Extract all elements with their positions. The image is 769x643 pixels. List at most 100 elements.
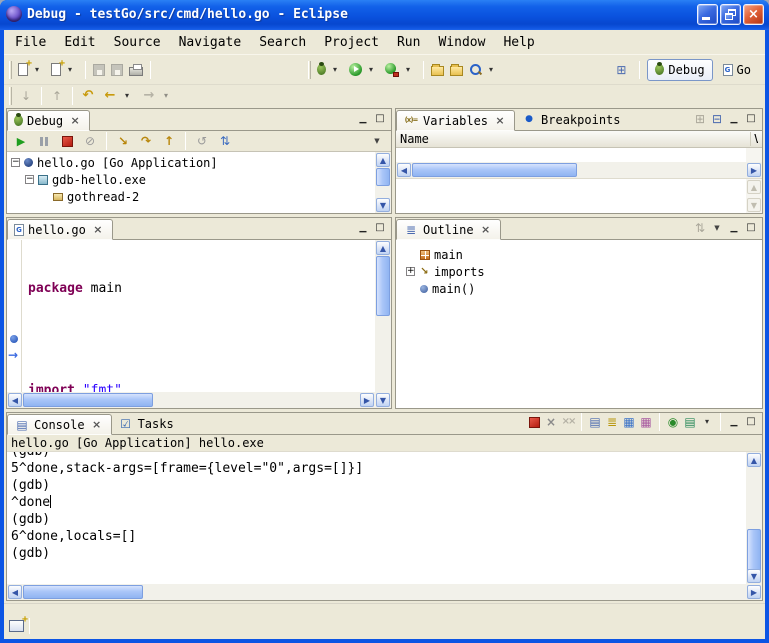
name-column-header[interactable]: Name [400, 132, 429, 146]
suspend-button[interactable] [33, 129, 55, 153]
chevron-down-icon[interactable] [119, 88, 135, 104]
menu-search[interactable]: Search [250, 33, 315, 52]
collapse-all-button[interactable] [709, 111, 725, 127]
editor-gutter[interactable]: → [7, 240, 22, 392]
tab-console[interactable]: Console [7, 414, 112, 435]
editor-vertical-scrollbar[interactable]: ▲ ▼ [375, 240, 391, 408]
menu-window[interactable]: Window [429, 33, 494, 52]
menu-edit[interactable]: Edit [55, 33, 104, 52]
chevron-down-icon[interactable] [699, 414, 715, 430]
tree-row[interactable]: hello.go [Go Application] [7, 154, 375, 171]
tab-breakpoints[interactable]: Breakpoints [515, 109, 626, 130]
minimize-view-button[interactable] [355, 220, 371, 236]
show-on-stderr-button[interactable] [638, 414, 654, 430]
scroll-lock-button[interactable] [604, 414, 620, 430]
scrollbar-thumb[interactable] [376, 168, 390, 186]
resume-button[interactable] [10, 129, 32, 153]
terminate-button[interactable] [56, 129, 78, 153]
close-icon[interactable] [478, 222, 494, 238]
menu-source[interactable]: Source [105, 33, 170, 52]
close-icon[interactable] [492, 113, 508, 129]
new-go-element-button[interactable] [48, 58, 81, 82]
open-resource-button[interactable] [428, 58, 447, 82]
last-edit-location-button[interactable] [77, 84, 99, 108]
back-button[interactable] [99, 84, 138, 108]
value-column-header[interactable]: V [750, 132, 758, 146]
close-icon[interactable] [67, 113, 83, 129]
expand-expander-icon[interactable] [406, 267, 415, 276]
scroll-up-arrow-icon[interactable]: ▲ [376, 241, 390, 255]
chevron-down-icon[interactable] [483, 62, 499, 78]
perspective-debug-button[interactable]: Debug [647, 59, 712, 81]
variables-detail-pane[interactable] [396, 179, 746, 213]
scrollbar-thumb[interactable] [23, 585, 143, 599]
scroll-up-arrow-icon[interactable]: ▲ [747, 453, 761, 467]
collapse-expander-icon[interactable] [25, 175, 34, 184]
tree-row[interactable]: gdb-hello.exe [7, 171, 375, 188]
sort-button[interactable] [692, 220, 708, 236]
show-on-stdout-button[interactable] [621, 414, 637, 430]
variables-table[interactable] [396, 148, 746, 162]
console-vertical-scrollbar[interactable]: ▲ ▼ [746, 452, 762, 584]
scroll-down-arrow-icon[interactable]: ▼ [376, 198, 390, 212]
minimize-view-button[interactable] [355, 111, 371, 127]
tab-hello-go[interactable]: G hello.go [7, 219, 113, 240]
outline-view-menu-button[interactable] [709, 220, 725, 236]
search-button[interactable] [466, 58, 502, 82]
external-tools-button[interactable] [382, 58, 419, 82]
save-all-button[interactable] [108, 58, 126, 82]
maximize-view-button[interactable] [743, 414, 759, 430]
scrollbar-thumb[interactable] [747, 529, 761, 574]
toolbar-grip[interactable] [308, 61, 311, 79]
run-button[interactable] [346, 58, 382, 82]
scroll-left-arrow-icon[interactable]: ◀ [8, 393, 22, 407]
scrollbar-thumb[interactable] [23, 393, 153, 407]
scroll-right-arrow-icon[interactable]: ▶ [747, 585, 761, 599]
terminate-button[interactable] [526, 414, 542, 430]
tab-variables[interactable]: Variables [396, 110, 515, 131]
drop-to-frame-button[interactable] [191, 129, 213, 153]
title-bar[interactable]: Debug - testGo/src/cmd/hello.go - Eclips… [0, 0, 769, 30]
chevron-down-icon[interactable] [158, 88, 174, 104]
tree-row[interactable]: imports [396, 263, 762, 280]
close-window-button[interactable]: × [743, 4, 764, 25]
scrollbar-thumb[interactable] [412, 163, 577, 177]
minimize-view-button[interactable] [726, 414, 742, 430]
remove-launch-button[interactable] [543, 414, 559, 430]
open-console-button[interactable] [682, 414, 698, 430]
tab-outline[interactable]: Outline [396, 219, 501, 240]
variables-horizontal-scrollbar[interactable]: ◀ ▶ [396, 162, 762, 178]
eclipse-app-icon[interactable] [6, 6, 22, 22]
maximize-view-button[interactable] [743, 220, 759, 236]
previous-annotation-button[interactable] [46, 84, 68, 108]
console-horizontal-scrollbar[interactable]: ◀ ▶ [7, 584, 762, 600]
maximize-view-button[interactable] [372, 220, 388, 236]
clear-console-button[interactable] [587, 414, 603, 430]
step-over-button[interactable] [135, 129, 157, 153]
perspective-go-button[interactable]: G Go [716, 59, 758, 81]
fast-view-button[interactable] [9, 620, 24, 632]
print-button[interactable] [126, 58, 146, 82]
close-icon[interactable] [90, 222, 106, 238]
debug-view-menu-button[interactable] [366, 129, 388, 153]
chevron-down-icon[interactable] [327, 62, 343, 78]
save-button[interactable] [90, 58, 108, 82]
breakpoint-icon[interactable] [10, 335, 18, 343]
tree-row[interactable]: main() [396, 280, 762, 297]
menu-navigate[interactable]: Navigate [170, 33, 251, 52]
step-into-button[interactable] [112, 129, 134, 153]
scroll-right-arrow-icon[interactable]: ▶ [360, 393, 374, 407]
chevron-down-icon[interactable] [400, 62, 416, 78]
toolbar-grip[interactable] [9, 61, 12, 79]
editor-horizontal-scrollbar[interactable]: ◀ ▶ [7, 392, 375, 408]
forward-button[interactable] [138, 84, 177, 108]
minimize-view-button[interactable] [726, 111, 742, 127]
show-logical-structure-button[interactable] [692, 111, 708, 127]
maximize-view-button[interactable] [372, 111, 388, 127]
minimize-view-button[interactable] [726, 220, 742, 236]
code-area[interactable]: package main import "fmt" func main() { … [22, 240, 375, 392]
scroll-down-arrow-icon[interactable]: ▼ [747, 569, 761, 583]
disconnect-button[interactable] [79, 129, 101, 153]
outline-tree[interactable]: main imports main() [396, 240, 762, 408]
pin-console-button[interactable] [665, 414, 681, 430]
